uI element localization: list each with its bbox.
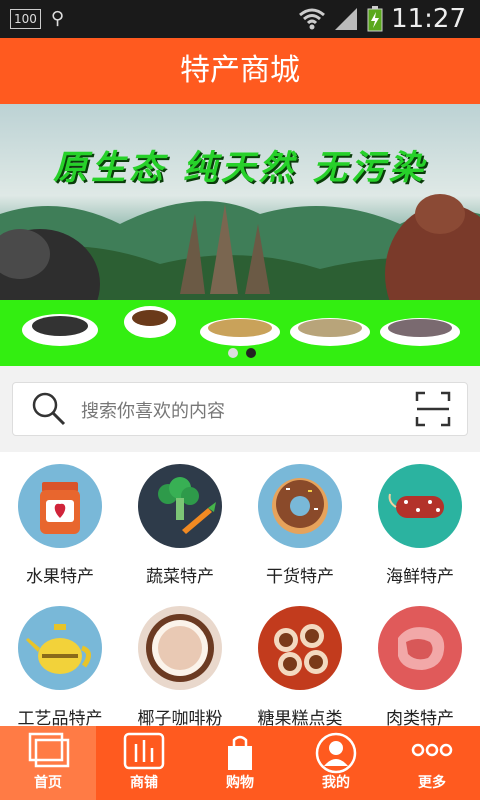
carousel-dot[interactable]	[228, 348, 238, 358]
tab-home[interactable]: 首页	[0, 726, 96, 800]
category-label: 蔬菜特产	[146, 567, 214, 587]
category-meat[interactable]: 肉类特产	[360, 606, 480, 729]
category-vegetable[interactable]: 蔬菜特产	[120, 464, 240, 587]
tab-label: 商铺	[130, 775, 158, 791]
status-bar: 100 ⚲ 11:27	[0, 0, 480, 38]
category-label: 干货特产	[266, 567, 334, 587]
signal-icon	[335, 8, 358, 30]
teapot-icon	[18, 606, 102, 690]
tab-shopping[interactable]: 购物	[192, 726, 288, 800]
carousel-indicator	[228, 348, 256, 358]
jam-jar-icon	[18, 464, 102, 548]
sausage-icon	[378, 464, 462, 548]
category-fruit[interactable]: 水果特产	[0, 464, 120, 587]
battery-charging-icon	[367, 6, 383, 32]
broccoli-carrot-icon	[138, 464, 222, 548]
clock: 11:27	[391, 4, 466, 34]
swiss-roll-icon	[258, 606, 342, 690]
category-grid: 水果特产 蔬菜特产 干货特产 海鲜特产 工艺品特产 椰子咖啡粉 糖果糕点类 肉类…	[0, 452, 480, 729]
battery-percent-icon: 100	[10, 8, 41, 29]
banner-slogan: 原生态 纯天然 无污染	[53, 148, 427, 188]
category-label: 海鲜特产	[386, 567, 454, 587]
scan-icon[interactable]	[415, 391, 451, 427]
tab-mine[interactable]: 我的	[288, 726, 384, 800]
tab-more[interactable]: 更多	[384, 726, 480, 800]
tab-label: 购物	[226, 775, 254, 791]
category-candy-pastry[interactable]: 糖果糕点类	[240, 606, 360, 729]
meat-icon	[378, 606, 462, 690]
app-title-bar: 特产商城	[0, 38, 480, 104]
category-dried-goods[interactable]: 干货特产	[240, 464, 360, 587]
user-icon	[315, 732, 357, 774]
category-label: 水果特产	[26, 567, 94, 587]
search-icon[interactable]	[31, 391, 67, 427]
tab-label: 更多	[418, 775, 446, 791]
search-section: 搜索你喜欢的内容	[0, 366, 480, 452]
shopping-bag-icon	[228, 735, 252, 770]
store-chart-icon	[123, 732, 165, 770]
category-seafood[interactable]: 海鲜特产	[360, 464, 480, 587]
donut-icon	[258, 464, 342, 548]
search-placeholder: 搜索你喜欢的内容	[81, 401, 225, 422]
tab-label: 我的	[322, 775, 350, 791]
bottom-tab-bar: 首页 商铺 购物 我的 更多	[0, 726, 480, 800]
tab-label: 首页	[34, 775, 62, 791]
wifi-icon	[299, 8, 326, 30]
coconut-icon	[138, 606, 222, 690]
usb-icon: ⚲	[50, 8, 65, 29]
banner-carousel[interactable]: 原生态 纯天然 无污染	[0, 104, 480, 366]
carousel-dot-active[interactable]	[246, 348, 256, 358]
tab-store[interactable]: 商铺	[96, 726, 192, 800]
page-title: 特产商城	[180, 53, 300, 88]
search-input[interactable]: 搜索你喜欢的内容	[12, 382, 468, 436]
more-dots-icon	[411, 743, 453, 757]
category-crafts[interactable]: 工艺品特产	[0, 606, 120, 729]
category-coconut-coffee[interactable]: 椰子咖啡粉	[120, 606, 240, 729]
home-pages-icon	[28, 732, 70, 768]
